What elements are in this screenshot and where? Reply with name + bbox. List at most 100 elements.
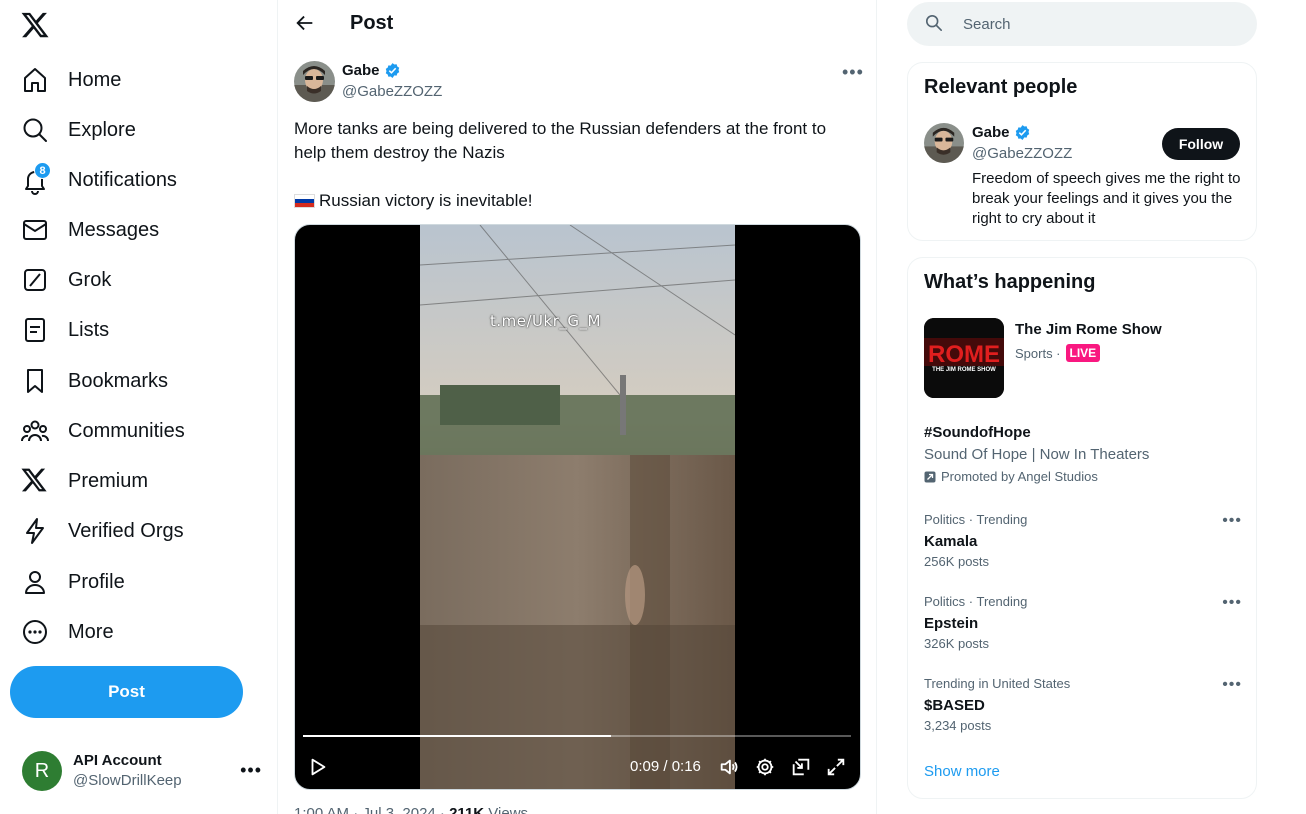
nav-explore-label: Explore [68,118,136,141]
more-dots-icon[interactable]: ••• [1222,676,1242,694]
relevant-person-avatar[interactable] [924,123,964,163]
search-input[interactable] [963,15,1243,33]
author-handle[interactable]: @GabeZZOZZ [342,83,442,100]
nav-verified-orgs[interactable]: Verified Orgs [20,509,184,553]
more-circle-icon [20,617,50,647]
video-progress-fill [303,735,612,737]
lightning-icon [20,516,50,546]
jim-rome-show-thumbnail[interactable]: ROME THE JIM ROME SHOW [924,318,1004,398]
more-dots-icon[interactable]: ••• [240,760,262,781]
mail-icon [20,215,50,245]
trend-item[interactable]: Politics · Trending Epstein 326K posts •… [924,594,1242,654]
promoted-icon [924,471,936,483]
trend-count: 256K posts [924,554,990,569]
whats-happening-title: What’s happening [924,271,1096,293]
nav-lists[interactable]: Lists [20,308,109,352]
promoted-by: Promoted by Angel Studios [924,469,1098,484]
account-switcher[interactable]: R API Account @SlowDrillKeep ••• [22,746,262,796]
picture-in-picture-icon[interactable] [790,754,812,780]
post-timestamp: 1:00 AM · Jul 3, 2024 · 211K Views [294,805,528,814]
nav-grok[interactable]: Grok [20,258,111,302]
nav-bookmarks[interactable]: Bookmarks [20,359,168,403]
more-dots-icon[interactable]: ••• [842,62,864,83]
whats-happening-card: What’s happening ROME THE JIM ROME SHOW … [907,257,1257,799]
views-label: Views [484,805,529,814]
more-dots-icon[interactable]: ••• [1222,594,1242,612]
relevant-person-handle[interactable]: @GabeZZOZZ [972,145,1072,162]
nav-messages[interactable]: Messages [20,208,159,252]
show-title[interactable]: The Jim Rome Show [1015,321,1162,338]
nav-grok-label: Grok [68,268,112,291]
trend-category: Trending in United States [924,676,1071,691]
nav-profile-label: Profile [68,570,125,593]
nav-messages-label: Messages [68,218,160,241]
follow-button[interactable]: Follow [1162,128,1240,160]
play-icon[interactable] [307,754,329,780]
nav-profile[interactable]: Profile [20,560,125,604]
nav-more[interactable]: More [20,610,114,654]
home-icon [20,65,50,95]
x-logo-icon[interactable] [20,10,52,40]
bell-icon: 8 [20,162,51,195]
nav-notifications-label: Notifications [68,168,177,191]
nav-explore[interactable]: Explore [20,108,136,152]
nav-lists-label: Lists [68,318,110,341]
show-category: Sports · [1015,345,1061,361]
person-icon [20,567,50,597]
trend-item[interactable]: Trending in United States $BASED 3,234 p… [924,676,1242,736]
settings-gear-icon[interactable] [754,754,776,780]
post-detail-column: Post Gabe @GabeZZOZZ ••• More tanks are … [277,0,877,814]
video-time: 0:09 / 0:16 [630,758,701,775]
relevant-person-bio: Freedom of speech gives me the right to … [972,170,1241,227]
nav-communities-label: Communities [68,419,185,442]
nav-more-label: More [68,620,114,643]
notification-count-badge: 8 [34,162,51,179]
thumb-logo-text: ROME [928,341,1000,368]
show-meta: Sports · LIVE [1015,344,1101,362]
relevant-person-name-text[interactable]: Gabe [972,124,1010,141]
relevant-people-title: Relevant people [924,76,1078,98]
video-frame[interactable]: t.me/Ukr_G_M [420,225,735,789]
trend-name: Kamala [924,533,978,550]
nav-home-label: Home [68,68,122,91]
author-avatar[interactable] [294,61,335,102]
promoted-trend-subtitle: Sound Of Hope | Now In Theaters [924,446,1150,463]
nav-premium[interactable]: Premium [20,459,148,503]
verified-badge-icon [1014,124,1031,141]
video-progress-bar[interactable] [303,735,851,737]
left-navigation: Home Explore 8 Notifications Messages Gr… [0,0,277,814]
trend-count: 3,234 posts [924,718,992,733]
nav-premium-label: Premium [68,469,149,492]
video-player[interactable]: t.me/Ukr_G_M 0:09 / 0:16 [294,224,861,790]
nav-home[interactable]: Home [20,58,121,102]
show-more-link[interactable]: Show more [924,763,1000,780]
fullscreen-icon[interactable] [825,754,847,780]
video-watermark: t.me/Ukr_G_M [490,312,601,330]
promoted-trend-title[interactable]: #SoundofHope [924,424,1031,441]
page-title: Post [350,12,394,34]
nav-verified-orgs-label: Verified Orgs [68,519,184,542]
relevant-person-name[interactable]: Gabe [972,124,1031,141]
account-avatar: R [22,751,62,791]
author-name[interactable]: Gabe [342,62,401,79]
search-bar[interactable] [907,2,1257,46]
post-date[interactable]: 1:00 AM · Jul 3, 2024 · [294,805,449,814]
trend-item[interactable]: Politics · Trending Kamala 256K posts ••… [924,512,1242,572]
trend-count: 326K posts [924,636,990,651]
trend-category: Politics · Trending [924,512,1028,527]
right-sidebar: Relevant people Gabe @GabeZZOZZ Follow F… [907,0,1257,814]
grok-icon [20,265,50,295]
list-icon [20,315,50,345]
back-arrow-icon[interactable] [294,12,318,36]
nav-notifications[interactable]: 8 Notifications [20,158,177,202]
nav-communities[interactable]: Communities [20,409,185,453]
post-button[interactable]: Post [10,666,243,718]
author-name-text[interactable]: Gabe [342,62,380,79]
volume-icon[interactable] [718,754,740,780]
nav-bookmarks-label: Bookmarks [68,369,169,392]
views-count: 211K [449,805,485,814]
more-dots-icon[interactable]: ••• [1222,512,1242,530]
russia-flag-icon [294,194,315,208]
post-text-line-2-text: Russian victory is inevitable! [319,191,533,210]
trend-name: Epstein [924,615,979,632]
